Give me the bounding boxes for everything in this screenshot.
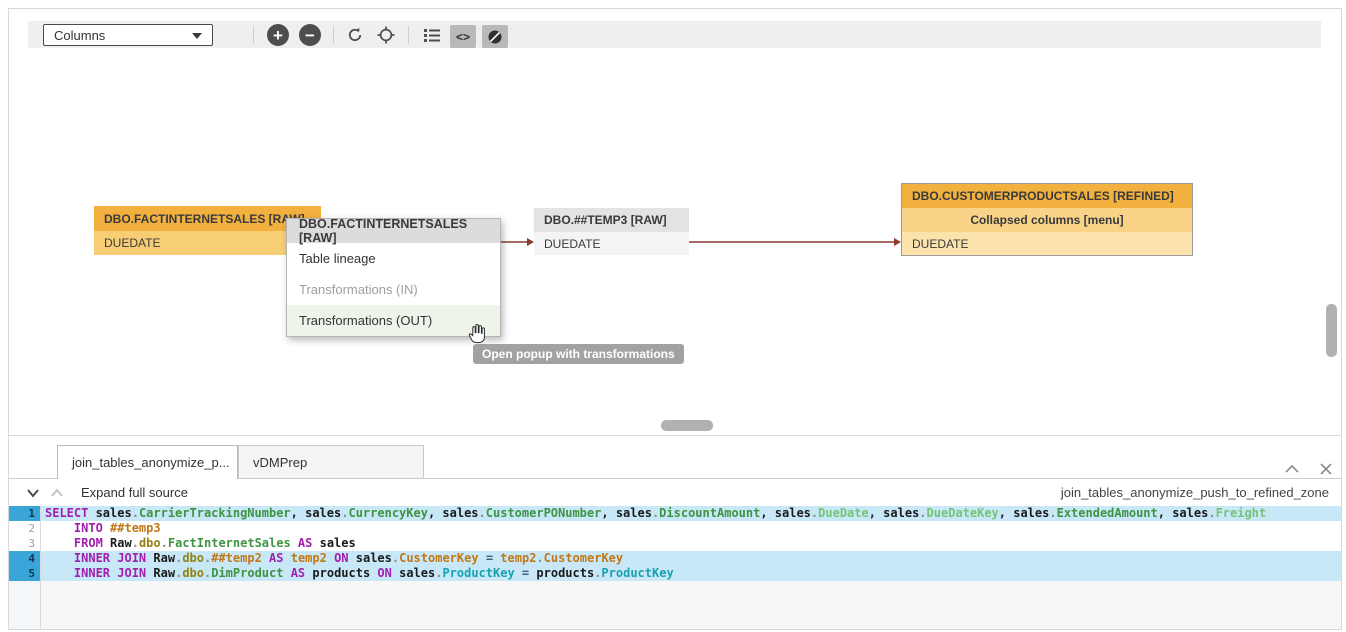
code-view-button[interactable]: <> xyxy=(450,25,476,48)
diagram-toolbar: Columns + − <> xyxy=(28,21,1321,49)
query-name-label: join_tables_anonymize_push_to_refined_zo… xyxy=(1061,479,1329,506)
refresh-icon[interactable] xyxy=(346,26,364,44)
code-text: INTO ##temp3 xyxy=(41,521,1341,536)
expand-full-source-label[interactable]: Expand full source xyxy=(81,485,188,500)
toolbar-divider xyxy=(408,26,409,44)
columns-view-select[interactable]: Columns xyxy=(43,24,213,46)
hand-cursor-icon xyxy=(465,321,487,345)
line-number: 3 xyxy=(9,536,41,551)
table-node-header[interactable]: DBO.##TEMP3 [RAW] xyxy=(534,208,689,232)
column-row-duedate[interactable]: DUEDATE xyxy=(902,232,1192,255)
code-text: INNER JOIN Raw.dbo.##temp2 AS temp2 ON s… xyxy=(41,551,1341,566)
columns-view-select-value: Columns xyxy=(54,28,105,43)
zoom-in-button[interactable]: + xyxy=(267,24,289,46)
collapse-up-icon[interactable] xyxy=(50,486,64,500)
source-panel: join_tables_anonymize_p... vDMPrep Expan… xyxy=(9,435,1341,629)
code-text: SELECT sales.CarrierTrackingNumber, sale… xyxy=(41,506,1341,521)
menu-item-transformations-in[interactable]: Transformations (IN) xyxy=(287,274,500,305)
plus-icon: + xyxy=(273,27,283,44)
code-line-1[interactable]: 1SELECT sales.CarrierTrackingNumber, sal… xyxy=(9,506,1341,521)
tab-vdmprep[interactable]: vDMPrep xyxy=(238,445,424,478)
sql-code: 1SELECT sales.CarrierTrackingNumber, sal… xyxy=(9,506,1341,629)
line-number: 5 xyxy=(9,566,41,581)
tab-join-tables-anonymize[interactable]: join_tables_anonymize_p... xyxy=(57,445,238,479)
context-menu: DBO.FACTINTERNETSALES [RAW] Table lineag… xyxy=(286,218,501,337)
source-tabstrip: join_tables_anonymize_p... vDMPrep xyxy=(9,445,1341,479)
code-line-2[interactable]: 2 INTO ##temp3 xyxy=(9,521,1341,536)
code-icon: <> xyxy=(456,30,470,44)
collapse-panel-icon[interactable] xyxy=(1284,461,1300,477)
contrast-icon xyxy=(487,29,503,45)
menu-item-table-lineage[interactable]: Table lineage xyxy=(287,243,500,274)
line-number: 2 xyxy=(9,521,41,536)
line-number: 1 xyxy=(9,506,41,521)
collapsed-columns-row[interactable]: Collapsed columns [menu] xyxy=(902,208,1192,232)
app-window: Columns + − <> xyxy=(8,8,1342,630)
horizontal-scrollbar-thumb[interactable] xyxy=(661,420,713,431)
toolbar-divider xyxy=(253,26,254,44)
table-node-header[interactable]: DBO.CUSTOMERPRODUCTSALES [REFINED] xyxy=(902,184,1192,208)
zoom-out-button[interactable]: − xyxy=(299,24,321,46)
code-line-3[interactable]: 3 FROM Raw.dbo.FactInternetSales AS sale… xyxy=(9,536,1341,551)
close-panel-icon[interactable] xyxy=(1318,461,1334,477)
minus-icon: − xyxy=(305,27,315,44)
code-text: INNER JOIN Raw.dbo.DimProduct AS product… xyxy=(41,566,1341,581)
expand-down-icon[interactable] xyxy=(26,486,40,500)
code-text: FROM Raw.dbo.FactInternetSales AS sales xyxy=(41,536,1341,551)
source-controls-row: Expand full source join_tables_anonymize… xyxy=(9,479,1341,506)
code-filler xyxy=(9,581,1341,629)
tooltip: Open popup with transformations xyxy=(473,344,684,364)
chevron-down-icon xyxy=(192,33,202,39)
center-view-icon[interactable] xyxy=(377,26,395,44)
list-view-icon[interactable] xyxy=(423,26,441,44)
code-line-4[interactable]: 4 INNER JOIN Raw.dbo.##temp2 AS temp2 ON… xyxy=(9,551,1341,566)
vertical-scrollbar-thumb[interactable] xyxy=(1326,304,1337,357)
table-node-customerproductsales[interactable]: DBO.CUSTOMERPRODUCTSALES [REFINED] Colla… xyxy=(901,183,1193,256)
code-line-5[interactable]: 5 INNER JOIN Raw.dbo.DimProduct AS produ… xyxy=(9,566,1341,581)
column-row-duedate[interactable]: DUEDATE xyxy=(534,232,689,255)
contrast-button[interactable] xyxy=(482,25,508,48)
table-node-temp3[interactable]: DBO.##TEMP3 [RAW] DUEDATE xyxy=(534,208,689,255)
line-number: 4 xyxy=(9,551,41,566)
context-menu-title: DBO.FACTINTERNETSALES [RAW] xyxy=(287,219,500,243)
lineage-canvas: DBO.FACTINTERNETSALES [RAW] DUEDATE DBO.… xyxy=(9,48,1341,435)
toolbar-divider xyxy=(333,26,334,44)
